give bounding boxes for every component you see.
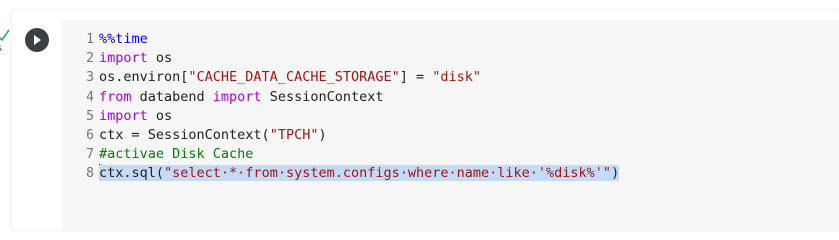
line-number: 3 — [86, 70, 94, 86]
line-code: ctx = SessionContext("TPCH") — [99, 126, 327, 145]
code-token: ] = — [399, 69, 433, 86]
code-token: import — [99, 50, 148, 67]
code-line[interactable]: 6 ctx = SessionContext("TPCH") — [62, 126, 839, 145]
line-code: import os — [99, 49, 172, 68]
code-token: from — [99, 88, 132, 105]
code-line[interactable]: 1 %%time — [62, 30, 839, 49]
play-icon — [34, 35, 41, 45]
code-token: os — [147, 107, 173, 124]
code-token: os.environ[ — [99, 69, 189, 86]
code-token: "disk" — [432, 69, 482, 86]
line-number: 6 — [86, 127, 94, 143]
code-token: ctx = SessionContext( — [99, 126, 270, 143]
line-number: 4 — [86, 89, 94, 105]
line-code: #activae Disk Cache — [99, 145, 253, 164]
code-token: os — [147, 50, 173, 67]
line-number: 2 — [86, 51, 94, 67]
code-token: ) — [318, 126, 327, 143]
code-token: #activae Disk Cache — [99, 146, 254, 163]
code-token: SessionContext — [261, 88, 384, 105]
code-line[interactable]: 5 import os — [62, 107, 839, 126]
line-number: 8 — [86, 166, 94, 182]
check-icon — [0, 29, 10, 42]
code-line[interactable]: 8 ctx.sql("select·*·from·system.configs·w… — [62, 164, 839, 183]
code-lines: 1 %%time 2 import os 3 os.environ["CACHE_DATA… — [62, 30, 839, 184]
execution-status: s — [0, 28, 14, 58]
code-token: ) — [611, 165, 620, 182]
code-token: ctx.sql( — [99, 165, 165, 182]
notebook-page: s 1 %%time 2 import os 3 os.environ["CACHE_DA… — [0, 0, 839, 230]
line-code: %%time — [99, 30, 148, 49]
line-code: import os — [99, 107, 172, 126]
code-line[interactable]: 2 import os — [62, 49, 839, 68]
code-token: import — [99, 107, 148, 124]
code-token: import — [212, 88, 262, 105]
code-token: "CACHE_DATA_CACHE_STORAGE" — [188, 69, 400, 86]
line-number: 5 — [86, 108, 94, 124]
code-line[interactable]: 7 #activae Disk Cache — [62, 145, 839, 164]
code-token: "select·*·from·system.configs·where·name… — [164, 165, 612, 182]
code-editor[interactable]: 1 %%time 2 import os 3 os.environ["CACHE_DATA… — [62, 20, 839, 230]
code-token: databend — [131, 88, 213, 105]
line-number: 1 — [86, 32, 94, 47]
run-cell-button[interactable] — [25, 28, 49, 52]
execution-time-label: s — [0, 43, 2, 54]
selection-highlight: ctx.sql("select·*·from·system.configs·wh… — [99, 165, 620, 182]
code-line[interactable]: 4 from databend import SessionContext — [62, 88, 839, 107]
line-code: os.environ["CACHE_DATA_CACHE_STORAGE"] =… — [99, 68, 481, 87]
line-number: 7 — [86, 147, 94, 163]
code-token: %%time — [99, 31, 148, 47]
line-code: from databend import SessionContext — [99, 88, 384, 107]
line-code: ctx.sql("select·*·from·system.configs·wh… — [99, 164, 620, 183]
code-token: "TPCH" — [269, 126, 319, 143]
code-line[interactable]: 3 os.environ["CACHE_DATA_CACHE_STORAGE"] … — [62, 68, 839, 87]
